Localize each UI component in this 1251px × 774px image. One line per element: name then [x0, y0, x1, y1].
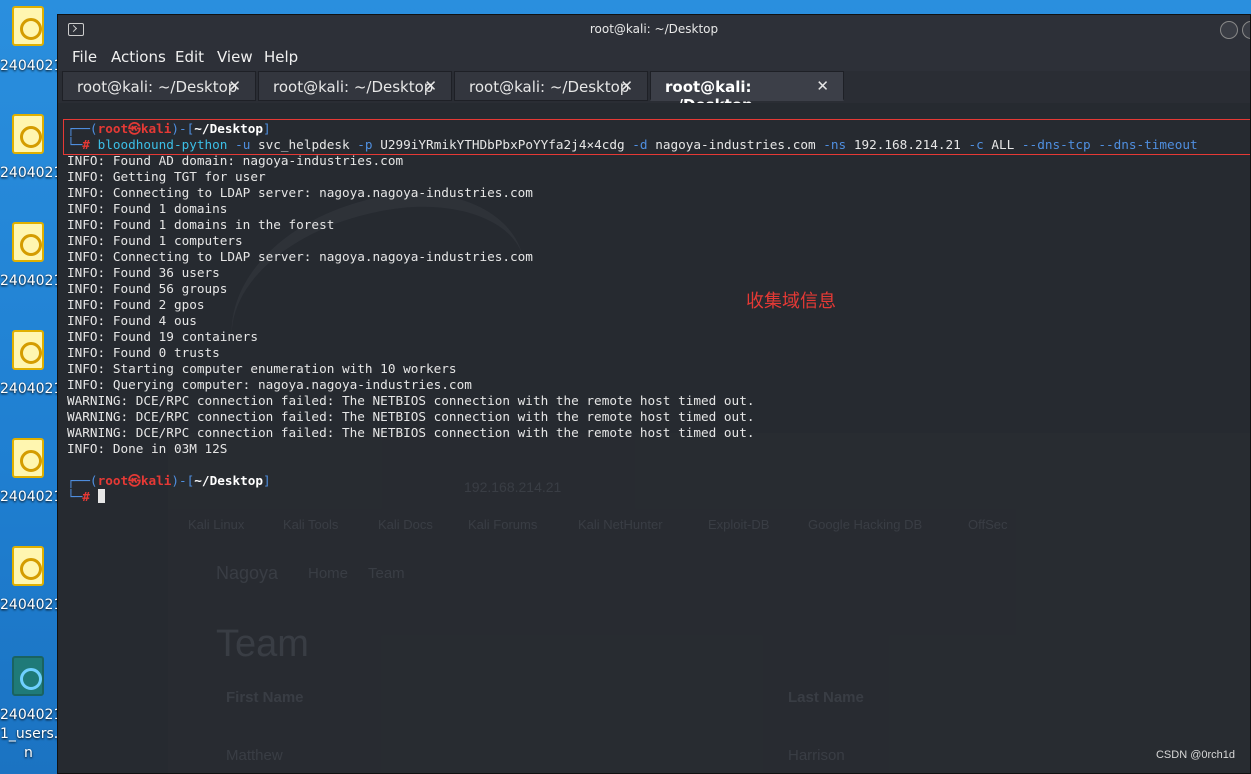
menu-help[interactable]: Help — [264, 48, 298, 66]
table-header: First Name — [226, 689, 304, 706]
output-line: INFO: Found 1 domains — [67, 201, 228, 216]
warning-line: WARNING: DCE/RPC connection failed: The … — [67, 425, 755, 440]
desktop-file-6[interactable]: 24040213 — [0, 546, 71, 626]
output-line: INFO: Connecting to LDAP server: nagoya.… — [67, 185, 533, 200]
terminal-output[interactable]: 192.168.214.21 Kali Linux Kali Tools Kal… — [58, 103, 1250, 773]
tab-label: root@kali: ~/Desktop — [469, 78, 630, 96]
bookmark: Google Hacking DB — [808, 517, 923, 532]
tab-label: root@kali: ~/Desktop — [77, 78, 238, 96]
output-line: INFO: Found 36 users — [67, 265, 220, 280]
output-line: INFO: Done in 03M 12S — [67, 441, 228, 456]
output-line: INFO: Getting TGT for user — [67, 169, 266, 184]
bookmark: OffSec — [968, 517, 1008, 532]
json-file-icon — [12, 656, 44, 696]
close-tab-icon[interactable]: ✕ — [816, 77, 829, 95]
document-icon — [12, 546, 44, 586]
document-icon — [12, 6, 44, 46]
warning-line: WARNING: DCE/RPC connection failed: The … — [67, 409, 755, 424]
bookmark: Kali Docs — [378, 517, 433, 532]
document-icon — [12, 438, 44, 478]
output-line: INFO: Found 0 trusts — [67, 345, 220, 360]
output-line: INFO: Found 2 gpos — [67, 297, 205, 312]
table-cell: Matthew — [226, 747, 283, 764]
title-bar: root@kali: ~/Desktop — [58, 15, 1250, 45]
command-line: └─# bloodhound-python -u svc_helpdesk -p… — [67, 137, 1198, 152]
desktop-file-1[interactable]: 24040213 — [0, 6, 71, 86]
text-cursor — [97, 489, 105, 503]
output-line: INFO: Found 19 containers — [67, 329, 258, 344]
site-nav-home: Home — [308, 565, 349, 582]
prompt-line-2: ┌──(root㉿kali)-[~/Desktop] — [67, 473, 271, 488]
tab-2[interactable]: root@kali: ~/Desktop ✕ — [258, 71, 452, 101]
input-line[interactable]: └─# — [67, 489, 105, 505]
document-icon — [12, 114, 44, 154]
warning-line: WARNING: DCE/RPC connection failed: The … — [67, 393, 755, 408]
desktop-file-3[interactable]: 24040213 — [0, 222, 71, 302]
bookmark: Kali NetHunter — [578, 517, 663, 532]
bookmark: Exploit-DB — [708, 517, 770, 532]
document-icon — [12, 222, 44, 262]
output-line: INFO: Found 1 computers — [67, 233, 243, 248]
browser-address: 192.168.214.21 — [464, 479, 562, 495]
document-icon — [12, 330, 44, 370]
close-tab-icon[interactable]: ✕ — [424, 77, 437, 95]
bookmark: Kali Linux — [188, 517, 245, 532]
terminal-window: root@kali: ~/Desktop File Actions Edit V… — [57, 14, 1251, 774]
output-line: INFO: Found 4 ous — [67, 313, 197, 328]
output-line: INFO: Found AD domain: nagoya-industries… — [67, 153, 404, 168]
tab-bar: root@kali: ~/Desktop ✕ root@kali: ~/Desk… — [58, 71, 1250, 114]
site-brand: Nagoya — [216, 563, 279, 583]
menu-edit[interactable]: Edit — [175, 48, 204, 66]
tab-4-active[interactable]: root@kali: ~/Desktop ✕ — [650, 71, 844, 114]
prompt-line-1: ┌──(root㉿kali)-[~/Desktop] — [67, 121, 271, 136]
output-line: INFO: Querying computer: nagoya.nagoya-i… — [67, 377, 472, 392]
site-heading: Team — [216, 623, 309, 665]
close-tab-icon[interactable]: ✕ — [228, 77, 241, 95]
bookmark: Kali Forums — [468, 517, 538, 532]
desktop-file-4[interactable]: 24040213 — [0, 330, 71, 410]
desktop-file-json[interactable]: 24040213 1_users.json n — [0, 656, 87, 766]
menu-bar: File Actions Edit View Help — [58, 45, 1250, 71]
close-tab-icon[interactable]: ✕ — [620, 77, 633, 95]
bookmark: Kali Tools — [283, 517, 339, 532]
tab-3[interactable]: root@kali: ~/Desktop ✕ — [454, 71, 648, 101]
tab-1[interactable]: root@kali: ~/Desktop ✕ — [62, 71, 256, 101]
menu-actions[interactable]: Actions — [111, 48, 166, 66]
minimize-button[interactable] — [1220, 21, 1238, 39]
desktop-file-2[interactable]: 24040213 — [0, 114, 71, 194]
menu-view[interactable]: View — [217, 48, 253, 66]
annotation-label: 收集域信息 — [746, 291, 836, 312]
desktop-file-label-line3: n — [24, 745, 33, 761]
table-header: Last Name — [788, 689, 864, 706]
site-nav-team: Team — [368, 565, 405, 582]
output-line: INFO: Found 56 groups — [67, 281, 228, 296]
output-line: INFO: Starting computer enumeration with… — [67, 361, 457, 376]
output-line: INFO: Found 1 domains in the forest — [67, 217, 335, 232]
watermark: CSDN @0rch1d — [1155, 749, 1235, 761]
background-browser: 192.168.214.21 Kali Linux Kali Tools Kal… — [168, 433, 1250, 773]
output-line: INFO: Connecting to LDAP server: nagoya.… — [67, 249, 533, 264]
tab-label: root@kali: ~/Desktop — [273, 78, 434, 96]
desktop-file-5[interactable]: 24040213 — [0, 438, 71, 518]
maximize-button[interactable] — [1242, 21, 1250, 39]
window-title: root@kali: ~/Desktop — [589, 22, 719, 36]
menu-file[interactable]: File — [72, 48, 97, 66]
table-cell: Harrison — [788, 747, 845, 764]
